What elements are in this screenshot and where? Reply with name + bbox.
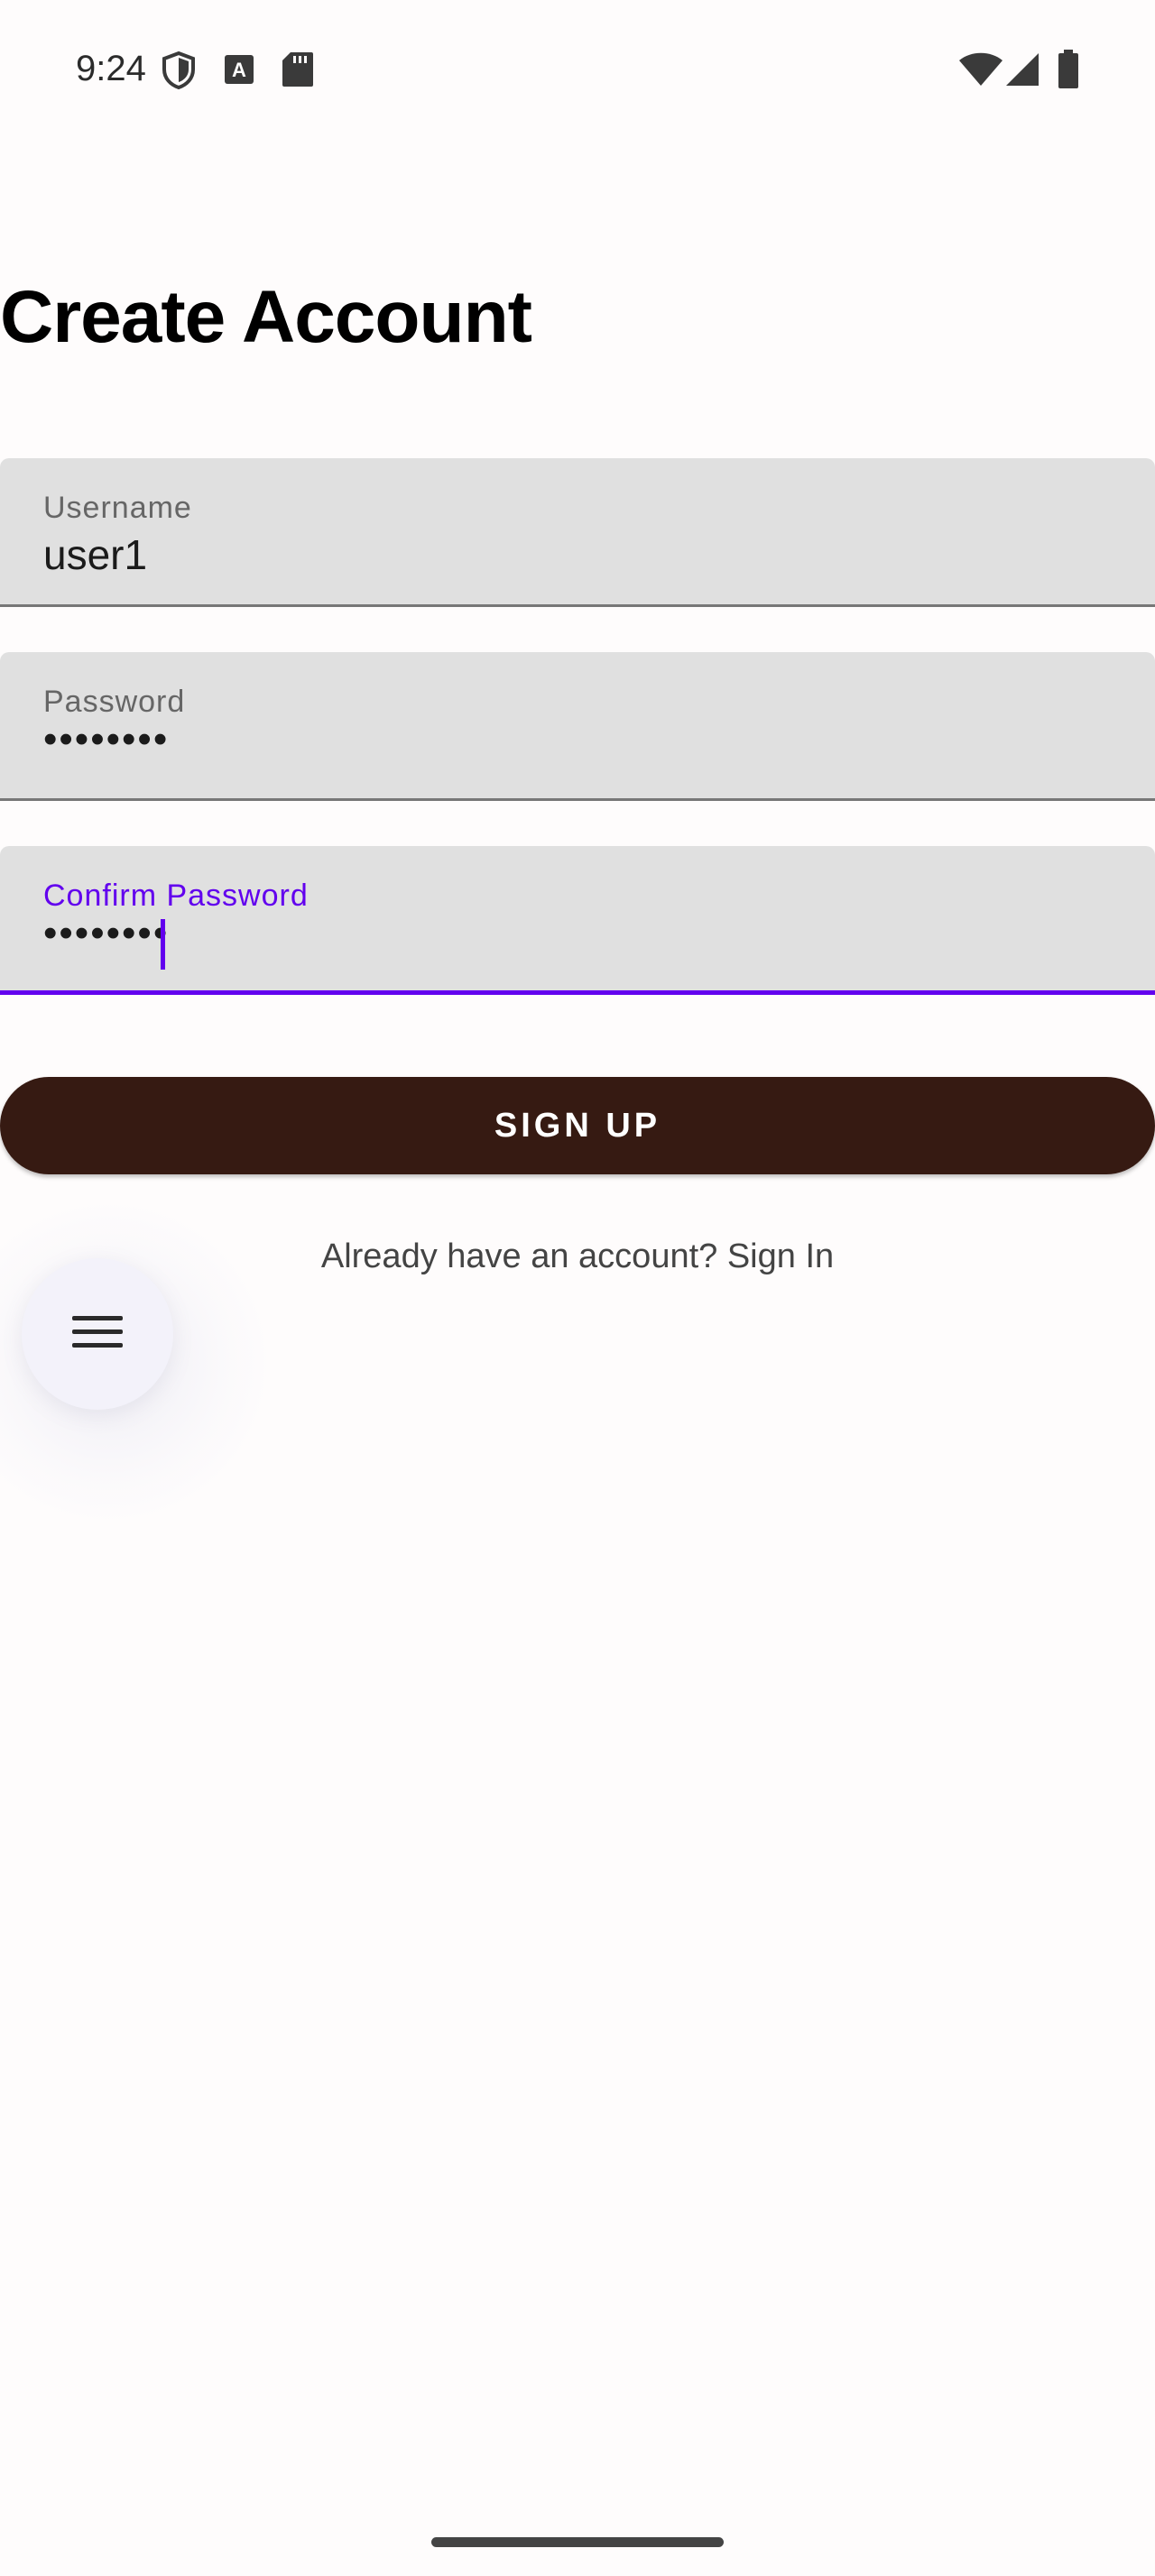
username-label: Username [43, 491, 192, 525]
text-cursor [161, 919, 165, 970]
password-label: Password [43, 685, 186, 719]
home-indicator[interactable] [431, 2537, 724, 2547]
cell-signal-icon [1005, 52, 1040, 91]
battery-icon [1058, 50, 1079, 94]
confirm-password-value[interactable]: •••••••• [43, 911, 169, 956]
menu-fab-button[interactable] [22, 1258, 173, 1410]
username-value[interactable]: user1 [43, 530, 147, 579]
sign-up-button[interactable]: SIGN UP [0, 1077, 1155, 1174]
confirm-password-label: Confirm Password [43, 879, 309, 913]
password-value[interactable]: •••••••• [43, 717, 169, 762]
status-bar: 9:24 A [0, 0, 1155, 135]
page-title: Create Account [0, 276, 532, 358]
create-account-screen: 9:24 A Create Account Username user1 Pas… [0, 0, 1155, 2576]
confirm-password-field[interactable]: Confirm Password •••••••• [0, 846, 1155, 995]
password-field[interactable]: Password •••••••• [0, 652, 1155, 801]
status-time: 9:24 [76, 49, 146, 88]
shield-icon [161, 51, 197, 95]
menu-icon [72, 1314, 123, 1355]
wifi-icon [958, 52, 1003, 91]
sd-card-icon [282, 51, 314, 92]
username-field[interactable]: Username user1 [0, 458, 1155, 607]
svg-text:A: A [232, 59, 246, 81]
text-a-icon: A [224, 54, 254, 89]
